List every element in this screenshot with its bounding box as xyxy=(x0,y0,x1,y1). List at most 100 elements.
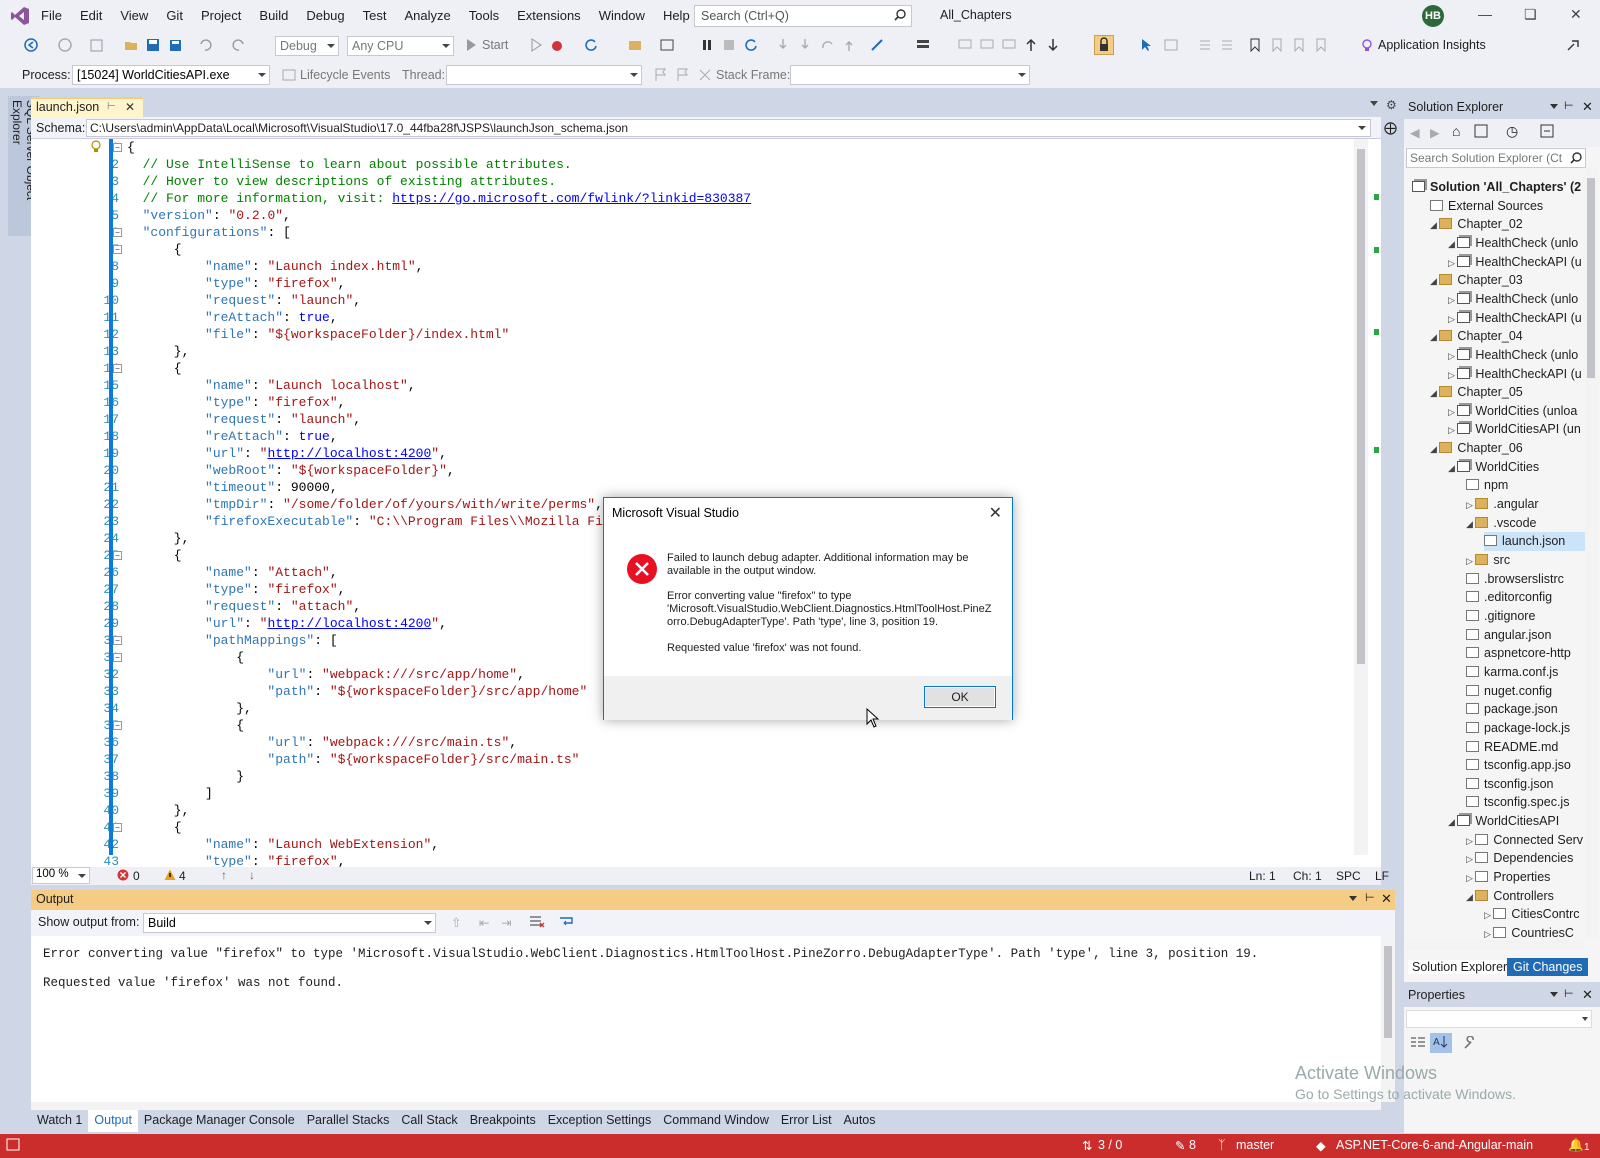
menu-item-extensions[interactable]: Extensions xyxy=(508,8,590,23)
tab-exception-settings[interactable]: Exception Settings xyxy=(542,1110,658,1132)
alphabetical-icon[interactable]: A xyxy=(1430,1033,1452,1053)
menu-item-test[interactable]: Test xyxy=(354,8,396,23)
window-position-icon[interactable] xyxy=(1550,992,1558,997)
code-line[interactable]: "path": "${workspaceFolder}/src/app/home… xyxy=(127,683,587,700)
solution-tree-item[interactable]: tsconfig.app.jso xyxy=(1466,756,1585,775)
restore-icon[interactable]: ❏ xyxy=(1524,6,1537,23)
restart-debug-icon[interactable] xyxy=(744,38,758,52)
solution-tree-item[interactable]: External Sources xyxy=(1430,197,1585,216)
output-horizontal-scrollbar[interactable] xyxy=(31,1102,1381,1110)
solution-tree-item[interactable]: ▷ Connected Serv xyxy=(1466,831,1585,850)
arrow-down-icon[interactable] xyxy=(1046,38,1060,52)
fold-toggle-icon[interactable]: − xyxy=(113,551,122,560)
menu-item-file[interactable]: File xyxy=(32,8,71,23)
search-input[interactable]: Search (Ctrl+Q) xyxy=(694,5,912,27)
bookmark-icon[interactable] xyxy=(1248,38,1262,52)
menu-item-edit[interactable]: Edit xyxy=(71,8,111,23)
process-select[interactable]: [15024] WorldCitiesAPI.exe xyxy=(72,65,270,85)
close-window-icon[interactable]: ✕ xyxy=(1570,6,1582,23)
code-link[interactable]: http://localhost:4200 xyxy=(267,616,431,631)
menu-item-git[interactable]: Git xyxy=(157,8,192,23)
pause-icon[interactable] xyxy=(700,38,714,52)
solution-tree-item[interactable]: ◢ Chapter_05 xyxy=(1430,383,1585,402)
solution-tree-item[interactable]: ◢ Chapter_06 xyxy=(1430,439,1585,458)
menu-item-view[interactable]: View xyxy=(111,8,157,23)
new-project-icon[interactable] xyxy=(90,38,104,52)
tab-package-manager-console[interactable]: Package Manager Console xyxy=(138,1110,301,1132)
redo-icon[interactable] xyxy=(232,38,246,52)
whitespace-indicator[interactable]: SPC xyxy=(1336,869,1361,883)
code-line[interactable]: "timeout": 90000, xyxy=(127,479,338,496)
menu-item-debug[interactable]: Debug xyxy=(297,8,353,23)
code-line[interactable]: "tmpDir": "/some/folder/of/yours/with/wr… xyxy=(127,496,603,513)
close-panel-icon[interactable]: ✕ xyxy=(1381,891,1392,907)
editor-vertical-scrollbar[interactable] xyxy=(1354,139,1368,855)
expand-toggle-icon[interactable]: ▷ xyxy=(1448,370,1457,380)
expand-toggle-icon[interactable]: ▷ xyxy=(1448,314,1457,324)
solution-platform-select[interactable]: Any CPU xyxy=(347,36,454,56)
code-line[interactable]: // Hover to view descriptions of existin… xyxy=(127,173,556,190)
solution-tree-item[interactable]: tsconfig.json xyxy=(1466,775,1585,794)
switch-views-icon[interactable] xyxy=(1474,124,1488,138)
code-line[interactable]: "type": "firefox", xyxy=(127,394,345,411)
save-icon[interactable] xyxy=(146,38,160,52)
property-pages-icon[interactable] xyxy=(1462,1036,1476,1050)
solution-tree-item[interactable]: ▷ CitiesContrc xyxy=(1484,905,1585,924)
code-line[interactable]: { xyxy=(127,819,182,836)
fold-toggle-icon[interactable]: − xyxy=(113,721,122,730)
solution-tree-item[interactable]: ▷ HealthCheckAPI (u xyxy=(1448,309,1585,328)
solution-tree-item[interactable]: .browserslistrc xyxy=(1466,570,1585,589)
code-link[interactable]: http://localhost:4200 xyxy=(267,446,431,461)
restart-icon[interactable] xyxy=(584,38,598,52)
expand-toggle-icon[interactable]: ◢ xyxy=(1430,388,1439,398)
code-line[interactable]: "webRoot": "${workspaceFolder}", xyxy=(127,462,455,479)
bookmark-prev-icon[interactable] xyxy=(1270,38,1284,52)
solution-tree-item[interactable]: ◢ Chapter_03 xyxy=(1430,271,1585,290)
avatar[interactable]: HB xyxy=(1422,5,1444,27)
code-line[interactable]: { xyxy=(127,649,244,666)
pending-changes-icon[interactable]: ◷ xyxy=(1506,123,1518,140)
expand-toggle-icon[interactable]: ◢ xyxy=(1448,817,1457,827)
output-panel-header[interactable]: Output ⊢ ✕ xyxy=(31,890,1395,910)
step-back-icon[interactable] xyxy=(842,38,856,52)
solution-explorer-search[interactable]: Search Solution Explorer (Ct xyxy=(1406,148,1586,168)
tab-error-list[interactable]: Error List xyxy=(775,1110,838,1132)
solution-tree-item[interactable]: ▷ Properties xyxy=(1466,868,1585,887)
tab-solution-explorer[interactable]: Solution Explorer xyxy=(1408,960,1512,974)
pin-icon[interactable]: ⊢ xyxy=(1365,891,1375,904)
code-line[interactable]: { xyxy=(127,139,135,156)
expand-toggle-icon[interactable]: ◢ xyxy=(1430,276,1439,286)
code-line[interactable]: "configurations": [ xyxy=(127,224,291,241)
solution-tree-item[interactable]: ◢ HealthCheck (unlo xyxy=(1448,234,1585,253)
expand-toggle-icon[interactable]: ▷ xyxy=(1466,556,1475,566)
live-share-icon[interactable] xyxy=(1566,38,1580,52)
solution-tree-item[interactable]: ▷ src xyxy=(1466,551,1585,570)
outdent-icon[interactable] xyxy=(1220,38,1234,52)
split-editor-icon[interactable]: ⨁ xyxy=(1384,120,1397,136)
minimize-icon[interactable]: — xyxy=(1478,6,1492,22)
tab-breakpoints[interactable]: Breakpoints xyxy=(464,1110,542,1132)
outline-icon[interactable] xyxy=(1002,38,1016,52)
close-icon[interactable]: ✕ xyxy=(989,503,1002,523)
code-line[interactable]: "type": "firefox", xyxy=(127,275,345,292)
previous-issue-icon[interactable]: ↑ xyxy=(221,868,227,882)
menu-item-help[interactable]: Help xyxy=(654,8,699,23)
next-message-icon[interactable]: ⇥ xyxy=(501,915,511,930)
solution-tree-item[interactable]: Solution 'All_Chapters' (2 xyxy=(1412,178,1585,197)
properties-header[interactable]: Properties ⊢ ✕ xyxy=(1404,985,1600,1007)
hot-reload-icon[interactable] xyxy=(550,38,564,52)
error-icon[interactable] xyxy=(117,869,129,881)
solution-tree-item[interactable]: launch.json xyxy=(1484,532,1585,552)
code-line[interactable]: "file": "${workspaceFolder}/index.html" xyxy=(127,326,509,343)
solution-explorer-scrollbar[interactable] xyxy=(1585,168,1597,938)
warning-icon[interactable] xyxy=(164,869,176,881)
solution-tree-item[interactable]: ▷ .angular xyxy=(1466,495,1585,514)
split-icon[interactable] xyxy=(1164,38,1178,52)
layout-icon[interactable] xyxy=(916,38,930,52)
start-without-debugging-icon[interactable] xyxy=(530,38,544,52)
flag-thread-icon[interactable] xyxy=(654,68,668,82)
pin-icon[interactable]: ⊢ xyxy=(1564,987,1574,1000)
expand-toggle-icon[interactable]: ▷ xyxy=(1448,295,1457,305)
solution-tree-item[interactable]: karma.conf.js xyxy=(1466,663,1585,682)
tab-overflow-icon[interactable] xyxy=(1370,101,1378,106)
